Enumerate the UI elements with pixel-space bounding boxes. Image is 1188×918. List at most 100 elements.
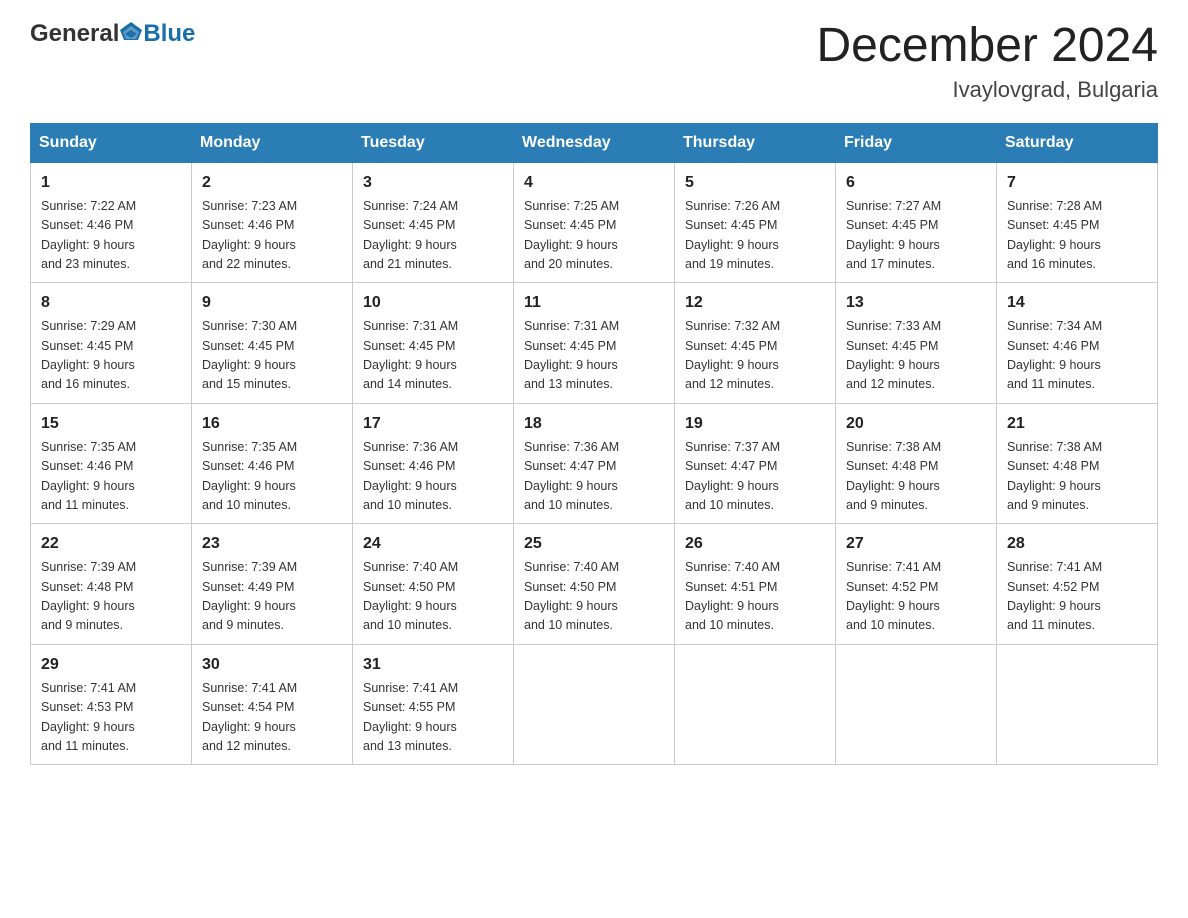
logo: General Blue [30,20,195,48]
day-number: 21 [1007,412,1147,436]
day-info: Sunrise: 7:30 AM Sunset: 4:45 PM Dayligh… [202,317,342,395]
logo-general-text: General [30,20,119,48]
day-number: 29 [41,653,181,677]
table-row: 7 Sunrise: 7:28 AM Sunset: 4:45 PM Dayli… [997,162,1158,283]
table-row [997,644,1158,765]
day-number: 5 [685,171,825,195]
day-number: 13 [846,291,986,315]
day-number: 26 [685,532,825,556]
logo-area: General Blue [30,20,195,48]
logo-icon [120,20,142,48]
table-row: 10 Sunrise: 7:31 AM Sunset: 4:45 PM Dayl… [353,283,514,404]
calendar-title: December 2024 [816,20,1158,73]
table-row: 11 Sunrise: 7:31 AM Sunset: 4:45 PM Dayl… [514,283,675,404]
day-info: Sunrise: 7:22 AM Sunset: 4:46 PM Dayligh… [41,197,181,275]
day-info: Sunrise: 7:31 AM Sunset: 4:45 PM Dayligh… [524,317,664,395]
day-number: 6 [846,171,986,195]
day-info: Sunrise: 7:37 AM Sunset: 4:47 PM Dayligh… [685,438,825,516]
table-row: 29 Sunrise: 7:41 AM Sunset: 4:53 PM Dayl… [31,644,192,765]
header-sunday: Sunday [31,123,192,162]
day-info: Sunrise: 7:40 AM Sunset: 4:50 PM Dayligh… [524,558,664,636]
header-tuesday: Tuesday [353,123,514,162]
table-row: 8 Sunrise: 7:29 AM Sunset: 4:45 PM Dayli… [31,283,192,404]
table-row: 18 Sunrise: 7:36 AM Sunset: 4:47 PM Dayl… [514,403,675,524]
table-row [675,644,836,765]
calendar-week-5: 29 Sunrise: 7:41 AM Sunset: 4:53 PM Dayl… [31,644,1158,765]
day-number: 12 [685,291,825,315]
day-number: 25 [524,532,664,556]
table-row: 27 Sunrise: 7:41 AM Sunset: 4:52 PM Dayl… [836,524,997,645]
day-number: 4 [524,171,664,195]
day-number: 15 [41,412,181,436]
table-row: 30 Sunrise: 7:41 AM Sunset: 4:54 PM Dayl… [192,644,353,765]
day-info: Sunrise: 7:33 AM Sunset: 4:45 PM Dayligh… [846,317,986,395]
table-row: 31 Sunrise: 7:41 AM Sunset: 4:55 PM Dayl… [353,644,514,765]
day-number: 24 [363,532,503,556]
day-number: 22 [41,532,181,556]
table-row: 9 Sunrise: 7:30 AM Sunset: 4:45 PM Dayli… [192,283,353,404]
day-info: Sunrise: 7:23 AM Sunset: 4:46 PM Dayligh… [202,197,342,275]
table-row: 21 Sunrise: 7:38 AM Sunset: 4:48 PM Dayl… [997,403,1158,524]
day-info: Sunrise: 7:34 AM Sunset: 4:46 PM Dayligh… [1007,317,1147,395]
day-info: Sunrise: 7:28 AM Sunset: 4:45 PM Dayligh… [1007,197,1147,275]
day-info: Sunrise: 7:41 AM Sunset: 4:53 PM Dayligh… [41,679,181,757]
day-number: 10 [363,291,503,315]
table-row: 25 Sunrise: 7:40 AM Sunset: 4:50 PM Dayl… [514,524,675,645]
table-row: 5 Sunrise: 7:26 AM Sunset: 4:45 PM Dayli… [675,162,836,283]
calendar-week-4: 22 Sunrise: 7:39 AM Sunset: 4:48 PM Dayl… [31,524,1158,645]
day-info: Sunrise: 7:38 AM Sunset: 4:48 PM Dayligh… [846,438,986,516]
day-number: 11 [524,291,664,315]
table-row [836,644,997,765]
day-info: Sunrise: 7:40 AM Sunset: 4:51 PM Dayligh… [685,558,825,636]
table-row: 6 Sunrise: 7:27 AM Sunset: 4:45 PM Dayli… [836,162,997,283]
table-row: 28 Sunrise: 7:41 AM Sunset: 4:52 PM Dayl… [997,524,1158,645]
day-info: Sunrise: 7:40 AM Sunset: 4:50 PM Dayligh… [363,558,503,636]
table-row: 17 Sunrise: 7:36 AM Sunset: 4:46 PM Dayl… [353,403,514,524]
day-number: 16 [202,412,342,436]
table-row: 4 Sunrise: 7:25 AM Sunset: 4:45 PM Dayli… [514,162,675,283]
table-row: 23 Sunrise: 7:39 AM Sunset: 4:49 PM Dayl… [192,524,353,645]
table-row: 20 Sunrise: 7:38 AM Sunset: 4:48 PM Dayl… [836,403,997,524]
day-info: Sunrise: 7:27 AM Sunset: 4:45 PM Dayligh… [846,197,986,275]
day-info: Sunrise: 7:35 AM Sunset: 4:46 PM Dayligh… [41,438,181,516]
day-info: Sunrise: 7:41 AM Sunset: 4:52 PM Dayligh… [1007,558,1147,636]
day-info: Sunrise: 7:41 AM Sunset: 4:55 PM Dayligh… [363,679,503,757]
table-row: 26 Sunrise: 7:40 AM Sunset: 4:51 PM Dayl… [675,524,836,645]
logo-blue-text: Blue [143,20,195,48]
calendar-table: Sunday Monday Tuesday Wednesday Thursday… [30,123,1158,766]
day-info: Sunrise: 7:32 AM Sunset: 4:45 PM Dayligh… [685,317,825,395]
day-number: 18 [524,412,664,436]
day-number: 23 [202,532,342,556]
day-number: 30 [202,653,342,677]
header-friday: Friday [836,123,997,162]
calendar-week-1: 1 Sunrise: 7:22 AM Sunset: 4:46 PM Dayli… [31,162,1158,283]
table-row: 2 Sunrise: 7:23 AM Sunset: 4:46 PM Dayli… [192,162,353,283]
table-row: 24 Sunrise: 7:40 AM Sunset: 4:50 PM Dayl… [353,524,514,645]
calendar-week-3: 15 Sunrise: 7:35 AM Sunset: 4:46 PM Dayl… [31,403,1158,524]
day-info: Sunrise: 7:38 AM Sunset: 4:48 PM Dayligh… [1007,438,1147,516]
day-info: Sunrise: 7:26 AM Sunset: 4:45 PM Dayligh… [685,197,825,275]
table-row: 1 Sunrise: 7:22 AM Sunset: 4:46 PM Dayli… [31,162,192,283]
day-number: 20 [846,412,986,436]
table-row: 16 Sunrise: 7:35 AM Sunset: 4:46 PM Dayl… [192,403,353,524]
day-number: 2 [202,171,342,195]
day-number: 7 [1007,171,1147,195]
day-info: Sunrise: 7:39 AM Sunset: 4:48 PM Dayligh… [41,558,181,636]
day-number: 1 [41,171,181,195]
table-row: 22 Sunrise: 7:39 AM Sunset: 4:48 PM Dayl… [31,524,192,645]
calendar-week-2: 8 Sunrise: 7:29 AM Sunset: 4:45 PM Dayli… [31,283,1158,404]
title-area: December 2024 Ivaylovgrad, Bulgaria [816,20,1158,103]
day-info: Sunrise: 7:31 AM Sunset: 4:45 PM Dayligh… [363,317,503,395]
day-number: 9 [202,291,342,315]
day-info: Sunrise: 7:39 AM Sunset: 4:49 PM Dayligh… [202,558,342,636]
header-saturday: Saturday [997,123,1158,162]
day-info: Sunrise: 7:29 AM Sunset: 4:45 PM Dayligh… [41,317,181,395]
day-number: 28 [1007,532,1147,556]
day-info: Sunrise: 7:24 AM Sunset: 4:45 PM Dayligh… [363,197,503,275]
day-number: 31 [363,653,503,677]
day-info: Sunrise: 7:36 AM Sunset: 4:46 PM Dayligh… [363,438,503,516]
day-info: Sunrise: 7:25 AM Sunset: 4:45 PM Dayligh… [524,197,664,275]
day-info: Sunrise: 7:36 AM Sunset: 4:47 PM Dayligh… [524,438,664,516]
day-number: 3 [363,171,503,195]
table-row: 15 Sunrise: 7:35 AM Sunset: 4:46 PM Dayl… [31,403,192,524]
